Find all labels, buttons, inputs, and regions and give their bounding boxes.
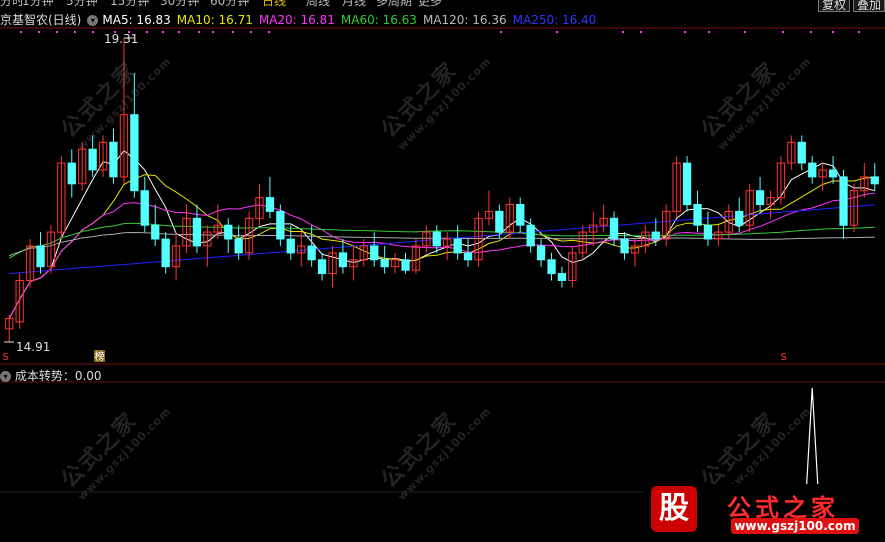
indicator-legend: ▾ 成本转势：0.00: [0, 367, 102, 384]
marker-dot: [74, 31, 76, 33]
candle-body: [380, 259, 389, 268]
candle-body: [192, 217, 202, 247]
candle-body: [682, 162, 692, 206]
candle-body: [307, 245, 316, 261]
candle-body: [224, 224, 233, 240]
ma10-line: [8, 174, 875, 319]
candle-body: [735, 210, 744, 226]
ma5-line: [8, 149, 875, 319]
candle-body: [432, 231, 441, 247]
chevron-down-icon[interactable]: ▾: [0, 371, 11, 382]
candle-body: [401, 259, 410, 271]
ma10-label: MA10: 16.71: [176, 13, 253, 27]
s-badge: S: [780, 352, 786, 363]
candle-body: [536, 245, 546, 261]
indicator-label: 成本转势：0.00: [14, 369, 102, 383]
ma20-line: [8, 192, 875, 319]
candle-body: [161, 238, 170, 268]
marker-dot: [832, 31, 834, 33]
marker-dot: [198, 31, 200, 33]
marker-dot: [500, 31, 502, 33]
candle-body: [463, 252, 473, 261]
ma-legend: 京基智农(日线) ▾ MA5: 16.83 MA10: 16.71 MA20: 16.8…: [0, 11, 602, 27]
marker-dot: [162, 31, 164, 33]
stock-title: 京基智农(日线): [0, 13, 82, 27]
candle-body: [703, 224, 713, 240]
candle-body: [234, 238, 243, 254]
candle-body: [370, 245, 379, 261]
candle-body: [797, 141, 806, 164]
candle-body: [67, 162, 76, 185]
candle-body: [286, 238, 295, 254]
marker-dot: [858, 31, 860, 33]
marker-dot: [744, 31, 746, 33]
indicator-spike: [805, 387, 819, 493]
ma250-label: MA250: 16.40: [512, 13, 597, 27]
marker-dot: [250, 31, 252, 33]
marker-dot: [56, 31, 58, 33]
candle-body: [130, 114, 139, 192]
candle-body: [870, 176, 879, 185]
candle-body: [526, 224, 535, 247]
marker-dot: [810, 31, 812, 33]
ma5-label: MA5: 16.83: [102, 13, 171, 27]
candle-body: [317, 259, 327, 275]
candle-body: [109, 141, 118, 178]
marker-dot: [232, 31, 234, 33]
ma20-label: MA20: 16.81: [258, 13, 335, 27]
ma60-line: [8, 222, 875, 259]
logo-gu-mark: 股: [651, 486, 697, 532]
marker-dot: [212, 31, 214, 33]
candle-body: [276, 210, 285, 240]
candle-body: [828, 169, 838, 178]
s-badge: S: [2, 352, 8, 363]
marker-dot: [178, 31, 180, 33]
candle-body: [151, 224, 160, 240]
marker-dot: [92, 31, 94, 33]
candle-body: [453, 238, 462, 254]
site-logo: 股 公式之家 www.gszj100.com: [643, 484, 885, 540]
candle-body: [839, 176, 848, 226]
candle-body: [557, 273, 567, 282]
ma60-label: MA60: 16.63: [340, 13, 417, 27]
candle-body: [547, 259, 556, 275]
logo-url: www.gszj100.com: [731, 518, 859, 534]
marker-dot: [622, 31, 624, 33]
candle-body: [140, 190, 149, 226]
marker-dot: [556, 31, 558, 33]
candle-body: [495, 210, 504, 233]
candle-body: [755, 190, 765, 205]
candle-body: [36, 245, 45, 268]
candle-body: [651, 231, 660, 240]
marker-dot: [20, 31, 22, 33]
candle-body: [620, 238, 629, 254]
candle-body: [338, 252, 348, 268]
candle-body: [88, 148, 97, 171]
rank-badge: 榜: [95, 350, 105, 363]
marker-dot: [684, 31, 686, 33]
candle-body: [808, 162, 817, 178]
candle-body: [516, 204, 525, 226]
marker-dot: [708, 31, 710, 33]
marker-dot: [38, 31, 40, 33]
ma120-label: MA120: 16.36: [422, 13, 507, 27]
candle-body: [609, 217, 619, 240]
chevron-down-icon[interactable]: ▾: [87, 15, 99, 26]
candle-body: [693, 204, 702, 226]
ma120-line: [9, 231, 875, 257]
candle-body: [265, 197, 275, 212]
marker-dot: [146, 31, 148, 33]
marker-dot: [640, 31, 642, 33]
marker-dot: [268, 31, 270, 33]
low-price-label: 14.91: [16, 340, 51, 354]
